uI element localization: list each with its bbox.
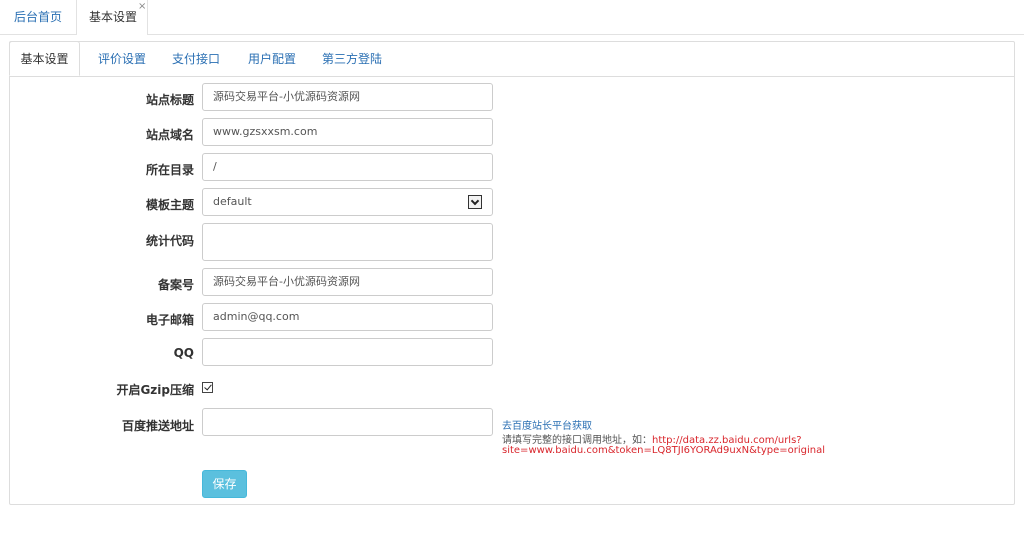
- email-input[interactable]: admin@qq.com: [202, 303, 493, 331]
- help-url-part2: site=www.baidu.com&token=LQ8TJI6YORAd9ux…: [502, 445, 826, 456]
- icp-input[interactable]: 源码交易平台-小优源码资源网: [202, 268, 493, 296]
- theme-selected-value: default: [213, 195, 252, 208]
- tab-user-config[interactable]: 用户配置: [248, 42, 296, 76]
- site-domain-input[interactable]: www.gzsxxsm.com: [202, 118, 493, 146]
- icp-label: 备案号: [157, 278, 194, 292]
- gzip-checkbox[interactable]: [202, 382, 213, 393]
- baidu-push-input[interactable]: [202, 408, 493, 436]
- baidu-webmaster-link[interactable]: 去百度站长平台获取: [502, 417, 592, 432]
- tab-third-party-login[interactable]: 第三方登陆: [322, 42, 382, 76]
- tab-basic-settings[interactable]: 基本设置: [9, 41, 80, 76]
- qq-input[interactable]: [202, 338, 493, 366]
- gzip-label: 开启Gzip压缩: [116, 383, 194, 397]
- tab-review-settings[interactable]: 评价设置: [98, 42, 146, 76]
- settings-tab-bar: 基本设置 评价设置 支付接口 用户配置 第三方登陆: [9, 41, 1014, 77]
- page-tab-label: 基本设置: [89, 10, 138, 24]
- save-button[interactable]: 保存: [202, 470, 247, 498]
- baidu-push-help: 请填写完整的接口调用地址，如：http://data.zz.baidu.com/…: [502, 431, 802, 446]
- directory-input[interactable]: /: [202, 153, 493, 181]
- stats-code-textarea[interactable]: [202, 223, 493, 261]
- email-label: 电子邮箱: [145, 313, 194, 327]
- tab-payment-interface[interactable]: 支付接口: [172, 42, 220, 76]
- chevron-down-icon[interactable]: [468, 195, 482, 209]
- page-tab-bar: 后台首页 基本设置 ×: [0, 0, 1024, 35]
- baidu-push-label: 百度推送地址: [121, 419, 194, 433]
- site-domain-label: 站点域名: [145, 128, 194, 142]
- theme-select[interactable]: default: [202, 188, 493, 216]
- close-icon[interactable]: ×: [138, 2, 146, 12]
- directory-label: 所在目录: [145, 163, 194, 177]
- page-tab-home[interactable]: 后台首页: [14, 0, 62, 34]
- qq-label: QQ: [173, 346, 194, 360]
- site-title-label: 站点标题: [145, 93, 194, 107]
- site-title-input[interactable]: 源码交易平台-小优源码资源网: [202, 83, 493, 111]
- stats-code-label: 统计代码: [145, 234, 194, 248]
- theme-label: 模板主题: [145, 198, 194, 212]
